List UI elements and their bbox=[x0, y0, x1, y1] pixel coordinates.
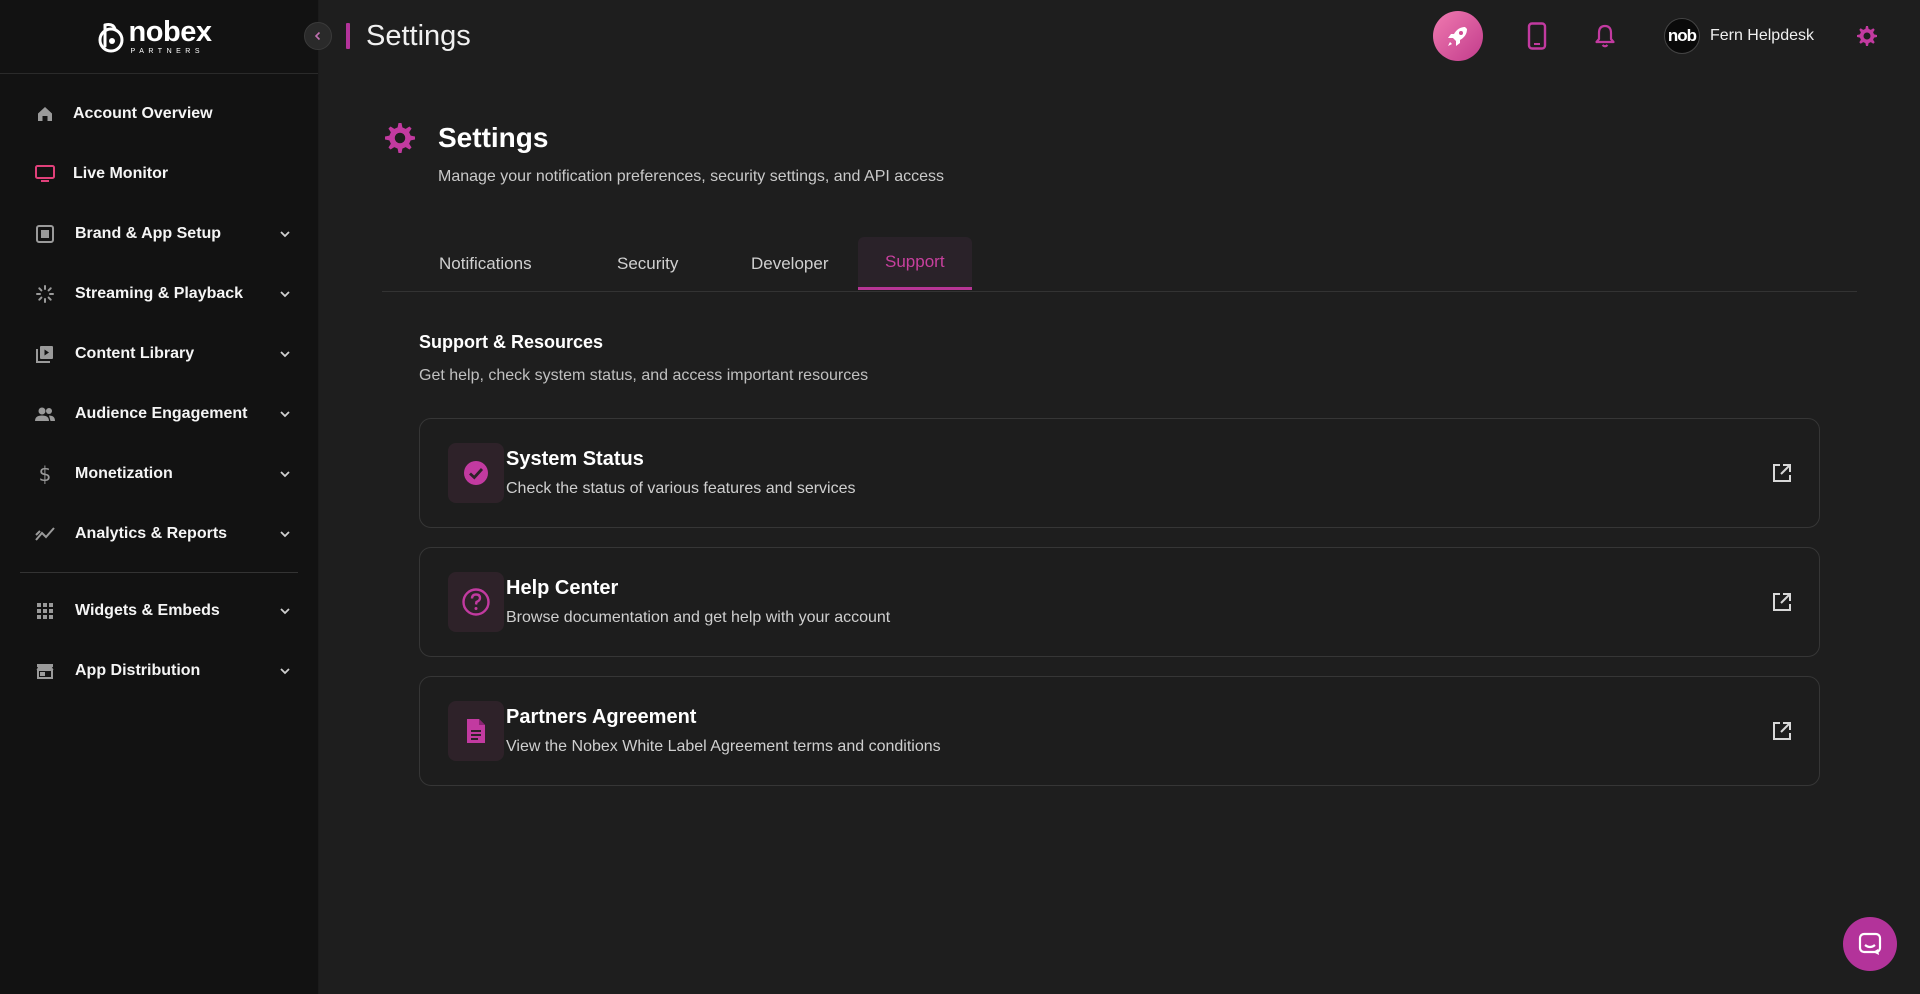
sidebar-item-audience-engagement[interactable]: Audience Engagement bbox=[0, 384, 318, 444]
library-icon bbox=[34, 343, 56, 365]
section-title: Support & Resources bbox=[419, 332, 604, 352]
notifications-button[interactable] bbox=[1591, 22, 1619, 50]
avatar: nob bbox=[1663, 18, 1700, 54]
tab-support[interactable]: Support bbox=[858, 237, 972, 290]
gear-icon bbox=[385, 123, 415, 153]
chevron-down-icon bbox=[280, 351, 290, 358]
chevron-down-icon bbox=[280, 411, 290, 418]
sidebar-item-label: Live Monitor bbox=[73, 165, 169, 182]
chevron-down-icon bbox=[280, 471, 290, 478]
chevron-down-icon bbox=[280, 668, 290, 675]
help-center-card[interactable]: Help Center Browse documentation and get… bbox=[419, 547, 1820, 657]
sidebar-item-live-monitor[interactable]: Live Monitor bbox=[0, 144, 318, 204]
gear-icon bbox=[1857, 26, 1877, 46]
brand-sub: PARTNERS bbox=[130, 48, 205, 55]
settings-button[interactable] bbox=[1854, 23, 1880, 49]
sidebar-item-account-overview[interactable]: Account Overview bbox=[0, 84, 318, 144]
check-circle-icon bbox=[464, 461, 488, 485]
chevron-down-icon bbox=[280, 231, 290, 238]
analytics-icon bbox=[34, 523, 56, 545]
sidebar-item-label: Audience Engagement bbox=[75, 405, 248, 422]
people-icon bbox=[34, 403, 56, 425]
chevron-down-icon bbox=[280, 291, 290, 298]
sidebar: nobex PARTNERS Account Overview Live Mon… bbox=[0, 0, 332, 994]
chat-launcher-button[interactable] bbox=[1843, 917, 1897, 971]
store-icon bbox=[34, 660, 56, 682]
mobile-preview-button[interactable] bbox=[1523, 22, 1551, 50]
chevron-down-icon bbox=[280, 608, 290, 615]
card-description: View the Nobex White Label Agreement ter… bbox=[506, 738, 941, 755]
sidebar-item-label: Streaming & Playback bbox=[75, 285, 244, 302]
dollar-icon: $ bbox=[38, 462, 52, 486]
help-circle-icon bbox=[462, 588, 490, 616]
card-icon-box bbox=[448, 701, 504, 761]
card-title: Partners Agreement bbox=[506, 706, 697, 728]
home-icon bbox=[34, 103, 56, 125]
card-description: Browse documentation and get help with y… bbox=[506, 609, 891, 626]
tab-notifications[interactable]: Notifications bbox=[412, 237, 559, 290]
sidebar-item-label: Monetization bbox=[75, 465, 173, 482]
sidebar-item-analytics-reports[interactable]: Analytics & Reports bbox=[0, 504, 318, 564]
sidebar-item-label: Brand & App Setup bbox=[75, 225, 222, 242]
sidebar-item-label: Widgets & Embeds bbox=[75, 602, 220, 619]
card-icon-box bbox=[448, 572, 504, 632]
logo-area: nobex PARTNERS bbox=[0, 0, 332, 74]
sidebar-divider bbox=[20, 572, 298, 573]
support-section: Support & Resources Get help, check syst… bbox=[419, 332, 1820, 786]
external-link-icon[interactable] bbox=[1771, 462, 1793, 484]
phone-icon bbox=[1527, 22, 1547, 50]
page-title: Settings bbox=[438, 122, 549, 153]
grid-icon bbox=[34, 600, 56, 622]
top-bar: Settings nob Fern Helpdesk bbox=[319, 0, 1920, 72]
header-actions: nob Fern Helpdesk bbox=[1432, 0, 1880, 72]
sidebar-item-label: Analytics & Reports bbox=[75, 525, 228, 542]
page-header: Settings Manage your notification prefer… bbox=[382, 100, 1857, 186]
tab-security[interactable]: Security bbox=[590, 237, 705, 290]
chevron-down-icon bbox=[280, 531, 290, 538]
sidebar-item-label: App Distribution bbox=[75, 662, 201, 679]
user-name: Fern Helpdesk bbox=[1709, 27, 1814, 44]
user-menu[interactable]: nob Fern Helpdesk bbox=[1663, 18, 1814, 54]
partners-agreement-card[interactable]: Partners Agreement View the Nobex White … bbox=[419, 676, 1820, 786]
card-title: System Status bbox=[506, 448, 644, 470]
bell-icon bbox=[1595, 24, 1615, 48]
header-title: Settings bbox=[366, 19, 471, 52]
sidebar-item-content-library[interactable]: Content Library bbox=[0, 324, 318, 384]
sidebar-item-label: Content Library bbox=[75, 345, 195, 362]
card-title: Help Center bbox=[506, 577, 619, 599]
tab-developer[interactable]: Developer bbox=[724, 237, 856, 290]
sidebar-item-brand-app-setup[interactable]: Brand & App Setup bbox=[0, 204, 318, 264]
sidebar-item-label: Account Overview bbox=[73, 105, 213, 122]
section-subtitle: Get help, check system status, and acces… bbox=[419, 367, 869, 384]
document-icon bbox=[467, 719, 485, 743]
system-status-card[interactable]: System Status Check the status of variou… bbox=[419, 418, 1820, 528]
nobex-logo-icon bbox=[98, 22, 124, 52]
brand-name: nobex bbox=[128, 16, 212, 48]
streaming-icon bbox=[34, 283, 56, 305]
rocket-icon bbox=[1447, 27, 1467, 46]
page-subtitle: Manage your notification preferences, se… bbox=[438, 168, 945, 185]
sidebar-nav: Account Overview Live Monitor Brand & Ap… bbox=[0, 74, 318, 701]
external-link-icon[interactable] bbox=[1771, 720, 1793, 742]
external-link-icon[interactable] bbox=[1771, 591, 1793, 613]
main-content: Settings Manage your notification prefer… bbox=[382, 100, 1857, 786]
sidebar-item-app-distribution[interactable]: App Distribution bbox=[0, 641, 318, 701]
launch-button[interactable] bbox=[1432, 11, 1483, 61]
sidebar-item-widgets-embeds[interactable]: Widgets & Embeds bbox=[0, 581, 318, 641]
title-accent-bar bbox=[346, 23, 350, 49]
brand-logo[interactable]: nobex PARTNERS bbox=[97, 18, 212, 55]
monitor-icon bbox=[34, 163, 56, 185]
card-description: Check the status of various features and… bbox=[506, 480, 856, 497]
chat-icon bbox=[1858, 932, 1882, 955]
sidebar-item-streaming-playback[interactable]: Streaming & Playback bbox=[0, 264, 318, 324]
settings-tabs: Notifications Security Developer Support bbox=[382, 237, 1857, 292]
card-icon-box bbox=[448, 443, 504, 503]
brand-icon bbox=[34, 223, 56, 245]
sidebar-item-monetization[interactable]: $ Monetization bbox=[0, 444, 318, 504]
